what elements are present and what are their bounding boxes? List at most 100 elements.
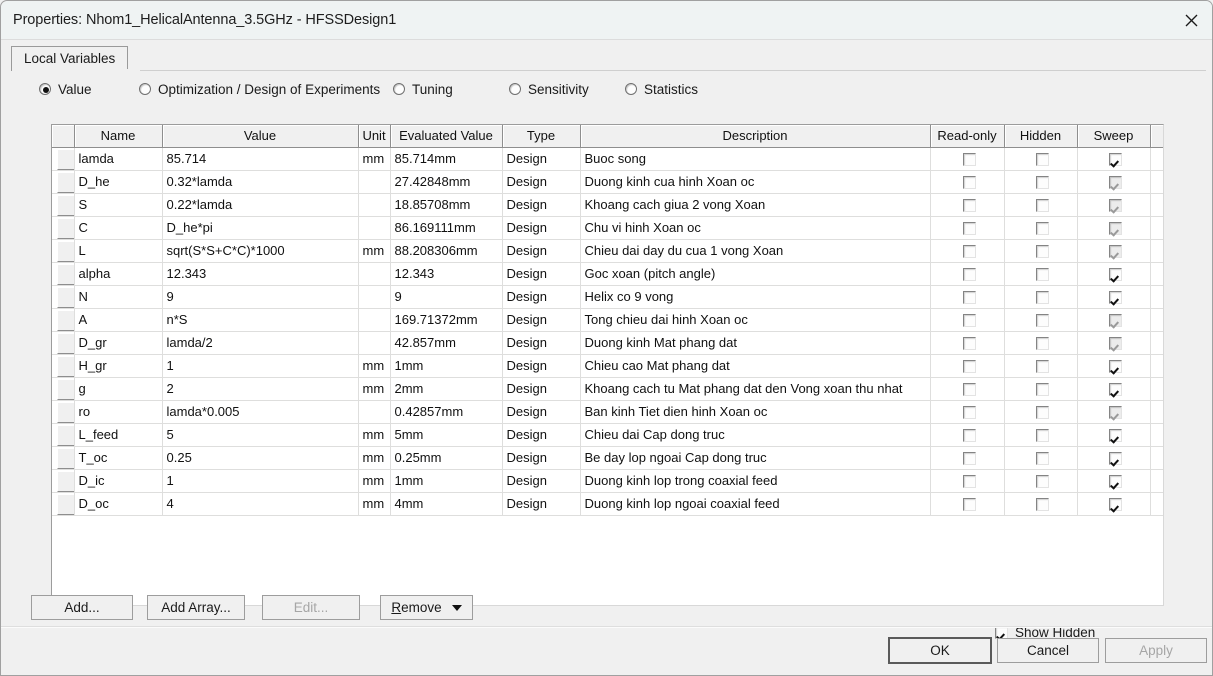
cell-hidden[interactable] [1004,147,1078,171]
close-button[interactable] [1168,1,1212,39]
cell-evaluated-value[interactable]: 18.85708mm [390,193,503,217]
cell-value[interactable]: lamda/2 [162,331,359,355]
cell-read-only[interactable] [930,239,1005,263]
cell-unit[interactable] [358,216,391,240]
cell-read-only[interactable] [930,354,1005,378]
cell-evaluated-value[interactable]: 0.42857mm [390,400,503,424]
cell-hidden[interactable] [1004,308,1078,332]
row-selector[interactable] [52,423,75,447]
cell-read-only[interactable] [930,285,1005,309]
cell-read-only[interactable] [930,193,1005,217]
row-selector[interactable] [52,147,75,171]
cell-sweep[interactable] [1077,492,1151,516]
cell-sweep[interactable] [1077,446,1151,470]
cell-name[interactable]: N [74,285,163,309]
cell-value[interactable]: 5 [162,423,359,447]
cell-evaluated-value[interactable]: 169.71372mm [390,308,503,332]
cell-type[interactable]: Design [502,262,581,286]
cell-unit[interactable] [358,331,391,355]
cell-type[interactable]: Design [502,308,581,332]
cell-sweep[interactable] [1077,147,1151,171]
cell-read-only[interactable] [930,147,1005,171]
cell-type[interactable]: Design [502,492,581,516]
cell-name[interactable]: C [74,216,163,240]
col-type[interactable]: Type [502,125,581,148]
row-selector[interactable] [52,400,75,424]
cell-unit[interactable] [358,308,391,332]
row-selector[interactable] [52,193,75,217]
cell-hidden[interactable] [1004,170,1078,194]
cell-description[interactable]: Duong kinh Mat phang dat [580,331,931,355]
row-selector[interactable] [52,308,75,332]
cell-description[interactable]: Be day lop ngoai Cap dong truc [580,446,931,470]
cell-description[interactable]: Chieu dai day du cua 1 vong Xoan [580,239,931,263]
cell-type[interactable]: Design [502,147,581,171]
cell-type[interactable]: Design [502,400,581,424]
cell-type[interactable]: Design [502,469,581,493]
cell-evaluated-value[interactable]: 42.857mm [390,331,503,355]
grid-corner[interactable] [52,125,75,148]
cell-value[interactable]: D_he*pi [162,216,359,240]
table-row[interactable]: lamda 85.714 mm 85.714mm Design Buoc song [52,147,1163,171]
cell-description[interactable]: Khoang cach giua 2 vong Xoan [580,193,931,217]
col-sweep[interactable]: Sweep [1077,125,1151,148]
table-row[interactable]: An*S 169.71372mm Design Tong chieu dai hinh… [52,308,1163,332]
cell-read-only[interactable] [930,308,1005,332]
row-selector[interactable] [52,170,75,194]
cell-description[interactable]: Chieu dai Cap dong truc [580,423,931,447]
col-read-only[interactable]: Read-only [930,125,1005,148]
cell-read-only[interactable] [930,446,1005,470]
cell-type[interactable]: Design [502,239,581,263]
cell-unit[interactable]: mm [358,377,391,401]
cell-description[interactable]: Duong kinh lop trong coaxial feed [580,469,931,493]
cell-name[interactable]: A [74,308,163,332]
cell-hidden[interactable] [1004,423,1078,447]
cell-hidden[interactable] [1004,446,1078,470]
cell-value[interactable]: 0.32*lamda [162,170,359,194]
row-selector[interactable] [52,446,75,470]
cell-value[interactable]: sqrt(S*S+C*C)*1000 [162,239,359,263]
cell-read-only[interactable] [930,216,1005,240]
cell-name[interactable]: lamda [74,147,163,171]
table-row[interactable]: alpha 12.343 12.343 Design Goc xoan (pitch a… [52,262,1163,286]
cell-sweep[interactable] [1077,377,1151,401]
cell-sweep[interactable] [1077,469,1151,493]
cell-unit[interactable] [358,400,391,424]
cell-unit[interactable] [358,262,391,286]
radio-statistics[interactable]: Statistics [625,78,698,100]
cell-hidden[interactable] [1004,377,1078,401]
cell-description[interactable]: Chieu cao Mat phang dat [580,354,931,378]
cell-sweep[interactable] [1077,423,1151,447]
cell-description[interactable]: Chu vi hinh Xoan oc [580,216,931,240]
cell-evaluated-value[interactable]: 2mm [390,377,503,401]
remove-button[interactable]: Remove [380,595,473,620]
table-row[interactable]: S 0.22*lamda 18.85708mm Design Khoang cach g… [52,193,1163,217]
cell-value[interactable]: 0.25 [162,446,359,470]
cell-name[interactable]: D_gr [74,331,163,355]
cell-read-only[interactable] [930,377,1005,401]
row-selector[interactable] [52,377,75,401]
cell-evaluated-value[interactable]: 12.343 [390,262,503,286]
cell-hidden[interactable] [1004,354,1078,378]
cell-name[interactable]: D_oc [74,492,163,516]
cell-unit[interactable] [358,193,391,217]
col-name[interactable]: Name [74,125,163,148]
cell-description[interactable]: Buoc song [580,147,931,171]
cell-type[interactable]: Design [502,170,581,194]
cell-unit[interactable] [358,170,391,194]
cell-hidden[interactable] [1004,331,1078,355]
cell-evaluated-value[interactable]: 5mm [390,423,503,447]
cell-name[interactable]: L_feed [74,423,163,447]
cell-evaluated-value[interactable]: 27.42848mm [390,170,503,194]
col-evaluated-value[interactable]: Evaluated Value [390,125,503,148]
cell-value[interactable]: 9 [162,285,359,309]
cell-type[interactable]: Design [502,423,581,447]
cell-unit[interactable]: mm [358,492,391,516]
cell-name[interactable]: H_gr [74,354,163,378]
cell-value[interactable]: 1 [162,354,359,378]
cell-value[interactable]: lamda*0.005 [162,400,359,424]
cell-value[interactable]: 12.343 [162,262,359,286]
cell-hidden[interactable] [1004,285,1078,309]
cell-hidden[interactable] [1004,239,1078,263]
table-row[interactable]: N 9 9 Design Helix co 9 vong [52,285,1163,309]
